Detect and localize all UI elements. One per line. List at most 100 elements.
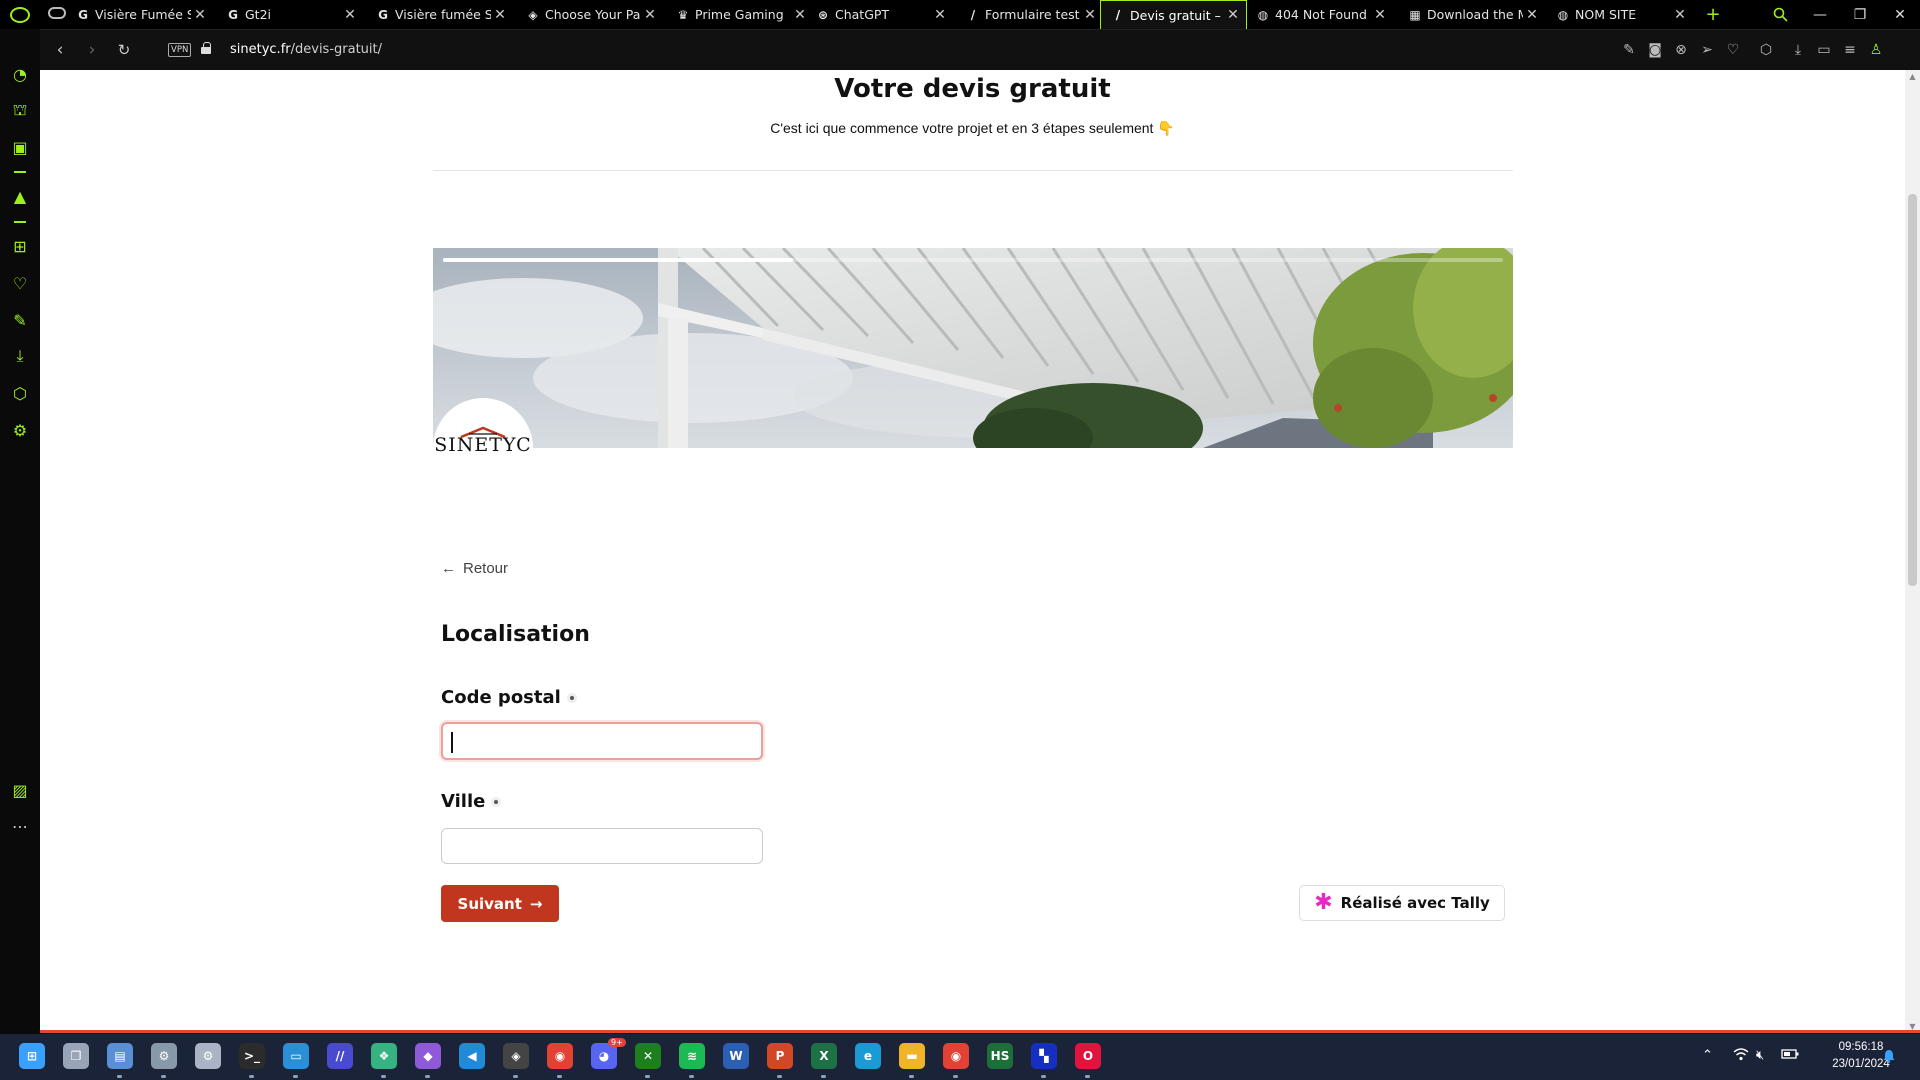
- browser-tab[interactable]: / Devis gratuit – Sir✕: [1100, 0, 1247, 29]
- tab-favicon-icon: G: [378, 7, 388, 22]
- running-indicator: [117, 1075, 122, 1078]
- browser-tab[interactable]: G Visière fumée Sp ✕: [366, 0, 513, 29]
- battery-saver-icon[interactable]: ▭: [1815, 41, 1833, 59]
- sinetyc-logo: Sinetyc: [433, 398, 533, 498]
- send-icon[interactable]: ➢: [1698, 41, 1716, 59]
- ubisoft-like-taskbar-icon[interactable]: ▚: [1031, 1043, 1057, 1069]
- battery-icon[interactable]: [1781, 1048, 1799, 1064]
- download-icon[interactable]: ⤓: [1789, 41, 1807, 59]
- snapshot-icon[interactable]: ◙: [1646, 41, 1664, 59]
- browser-tab[interactable]: ◈ Choose Your Part ✕: [516, 0, 663, 29]
- arrow-right-icon: →: [529, 894, 543, 913]
- hs-app-taskbar-icon[interactable]: HS: [987, 1043, 1013, 1069]
- word-taskbar-icon[interactable]: W: [723, 1043, 749, 1069]
- close-window-icon[interactable]: ✕: [1880, 0, 1920, 29]
- running-indicator: [645, 1075, 650, 1078]
- visual-studio-taskbar-icon[interactable]: ◆: [415, 1043, 441, 1069]
- excel-taskbar-icon[interactable]: X: [811, 1043, 837, 1069]
- gx-control-icon[interactable]: [48, 7, 66, 19]
- pad-app-taskbar-icon[interactable]: //: [327, 1043, 353, 1069]
- opera-gx-taskbar-icon[interactable]: O: [1075, 1043, 1101, 1069]
- gx-corner-icon[interactable]: ▣: [11, 138, 29, 157]
- vpn-badge[interactable]: VPN: [168, 43, 192, 57]
- made-with-tally-badge[interactable]: ✱ Réalisé avec Tally: [1299, 885, 1505, 921]
- browser-tab[interactable]: G Gt2i ✕: [216, 0, 363, 29]
- chrome-taskbar-icon[interactable]: ◉: [547, 1043, 573, 1069]
- next-button[interactable]: Suivant →: [441, 885, 559, 922]
- browser-tab[interactable]: ▦ Download the Mi ✕: [1398, 0, 1545, 29]
- terminal-app-taskbar-icon[interactable]: >_: [239, 1043, 265, 1069]
- volume-muted-icon[interactable]: 🔇︎: [1756, 1048, 1764, 1063]
- browser-tab[interactable]: ◍ 404 Not Found ✕: [1246, 0, 1393, 29]
- tab-close-icon[interactable]: ✕: [1371, 7, 1389, 23]
- file-explorer-taskbar-icon[interactable]: ▬: [899, 1043, 925, 1069]
- browser-tab[interactable]: ◍ NOM SITE ✕: [1546, 0, 1693, 29]
- browser-tab[interactable]: G Visière Fumée Sp✕: [66, 0, 213, 29]
- edge-taskbar-icon[interactable]: e: [855, 1043, 881, 1069]
- settings-app-taskbar-icon[interactable]: ⚙: [151, 1043, 177, 1069]
- vscode-taskbar-icon[interactable]: ◀: [459, 1043, 485, 1069]
- chrome-profile-taskbar-icon[interactable]: ◉: [943, 1043, 969, 1069]
- page-scrollbar[interactable]: ▲ ▼: [1905, 70, 1920, 1030]
- wifi-icon[interactable]: [1733, 1048, 1749, 1065]
- powerpoint-taskbar-icon[interactable]: P: [767, 1043, 793, 1069]
- notes-icon[interactable]: ✎: [11, 311, 29, 330]
- monitor-app-taskbar-icon[interactable]: ▤: [107, 1043, 133, 1069]
- restore-icon[interactable]: ❐: [1840, 0, 1880, 29]
- tab-close-icon[interactable]: ✕: [491, 7, 509, 23]
- adblock-icon[interactable]: ⊗: [1672, 41, 1690, 59]
- extensions-grid-icon[interactable]: ⊞: [11, 237, 29, 256]
- forward-nav-icon[interactable]: ›: [80, 38, 104, 62]
- minimize-icon[interactable]: —: [1800, 0, 1840, 29]
- tab-close-icon[interactable]: ✕: [1523, 7, 1541, 23]
- tab-close-icon[interactable]: ✕: [931, 7, 949, 23]
- tab-close-icon[interactable]: ✕: [1081, 7, 1099, 23]
- lock-icon[interactable]: [201, 42, 211, 54]
- reload-icon[interactable]: ↻: [112, 38, 136, 62]
- task-view-taskbar-icon[interactable]: ❐: [63, 1043, 89, 1069]
- spotify-taskbar-icon[interactable]: ≋: [679, 1043, 705, 1069]
- search-tabs-icon[interactable]: [1760, 0, 1800, 29]
- postal-code-input[interactable]: [441, 722, 763, 760]
- browser-tab[interactable]: ♛ Prime Gaming ✕: [666, 0, 813, 29]
- heart-icon[interactable]: ♡: [1724, 41, 1742, 59]
- tab-close-icon[interactable]: ✕: [191, 7, 209, 23]
- url-field[interactable]: sinetyc.fr/devis-gratuit/: [230, 42, 382, 57]
- downloads-icon[interactable]: ⤓: [11, 346, 29, 365]
- more-icon[interactable]: ⋯: [11, 817, 29, 836]
- tab-close-icon[interactable]: ✕: [641, 7, 659, 23]
- menu-icon[interactable]: ≡: [1841, 41, 1859, 59]
- scroll-down-icon[interactable]: ▼: [1908, 1022, 1917, 1030]
- browser-tab[interactable]: / Formulaire test - ✕: [956, 0, 1103, 29]
- unity-taskbar-icon[interactable]: ◈: [503, 1043, 529, 1069]
- tab-close-icon[interactable]: ✕: [1224, 7, 1242, 23]
- scroll-thumb[interactable]: [1908, 194, 1917, 586]
- opera-gx-logo-icon[interactable]: [10, 7, 30, 23]
- settings-icon[interactable]: ⚙: [11, 421, 29, 440]
- tray-overflow-icon[interactable]: ⌃: [1702, 1048, 1713, 1063]
- teams-like-taskbar-icon[interactable]: ❖: [371, 1043, 397, 1069]
- wallpaper-icon[interactable]: ▨: [11, 781, 29, 800]
- edit-page-icon[interactable]: ✎: [1620, 41, 1638, 59]
- aria-icon[interactable]: ▲: [11, 187, 29, 206]
- gx-store-icon[interactable]: ⛫: [11, 100, 29, 119]
- speed-dial-icon[interactable]: ◔: [11, 65, 29, 84]
- back-link[interactable]: ← Retour: [441, 560, 508, 577]
- notification-bell-icon[interactable]: [1883, 1049, 1895, 1063]
- tab-close-icon[interactable]: ✕: [1671, 7, 1689, 23]
- back-nav-icon[interactable]: ‹: [48, 38, 72, 62]
- remote-desktop-taskbar-icon[interactable]: ▭: [283, 1043, 309, 1069]
- scroll-up-icon[interactable]: ▲: [1908, 72, 1917, 81]
- tab-close-icon[interactable]: ✕: [341, 7, 359, 23]
- xbox-taskbar-icon[interactable]: ✕: [635, 1043, 661, 1069]
- profile-icon[interactable]: ♙: [1867, 41, 1885, 59]
- running-indicator: [689, 1075, 694, 1078]
- new-tab-icon[interactable]: +: [1693, 0, 1733, 29]
- control-app-taskbar-icon[interactable]: ⚙: [195, 1043, 221, 1069]
- cube-icon[interactable]: ⬡: [1757, 41, 1775, 59]
- extensions-cube-icon[interactable]: ⬡: [11, 384, 29, 403]
- start-taskbar-icon[interactable]: ⊞: [19, 1043, 45, 1069]
- city-input[interactable]: [441, 828, 763, 864]
- favorites-icon[interactable]: ♡: [11, 274, 29, 293]
- browser-tab[interactable]: ⊛ ChatGPT ✕: [806, 0, 953, 29]
